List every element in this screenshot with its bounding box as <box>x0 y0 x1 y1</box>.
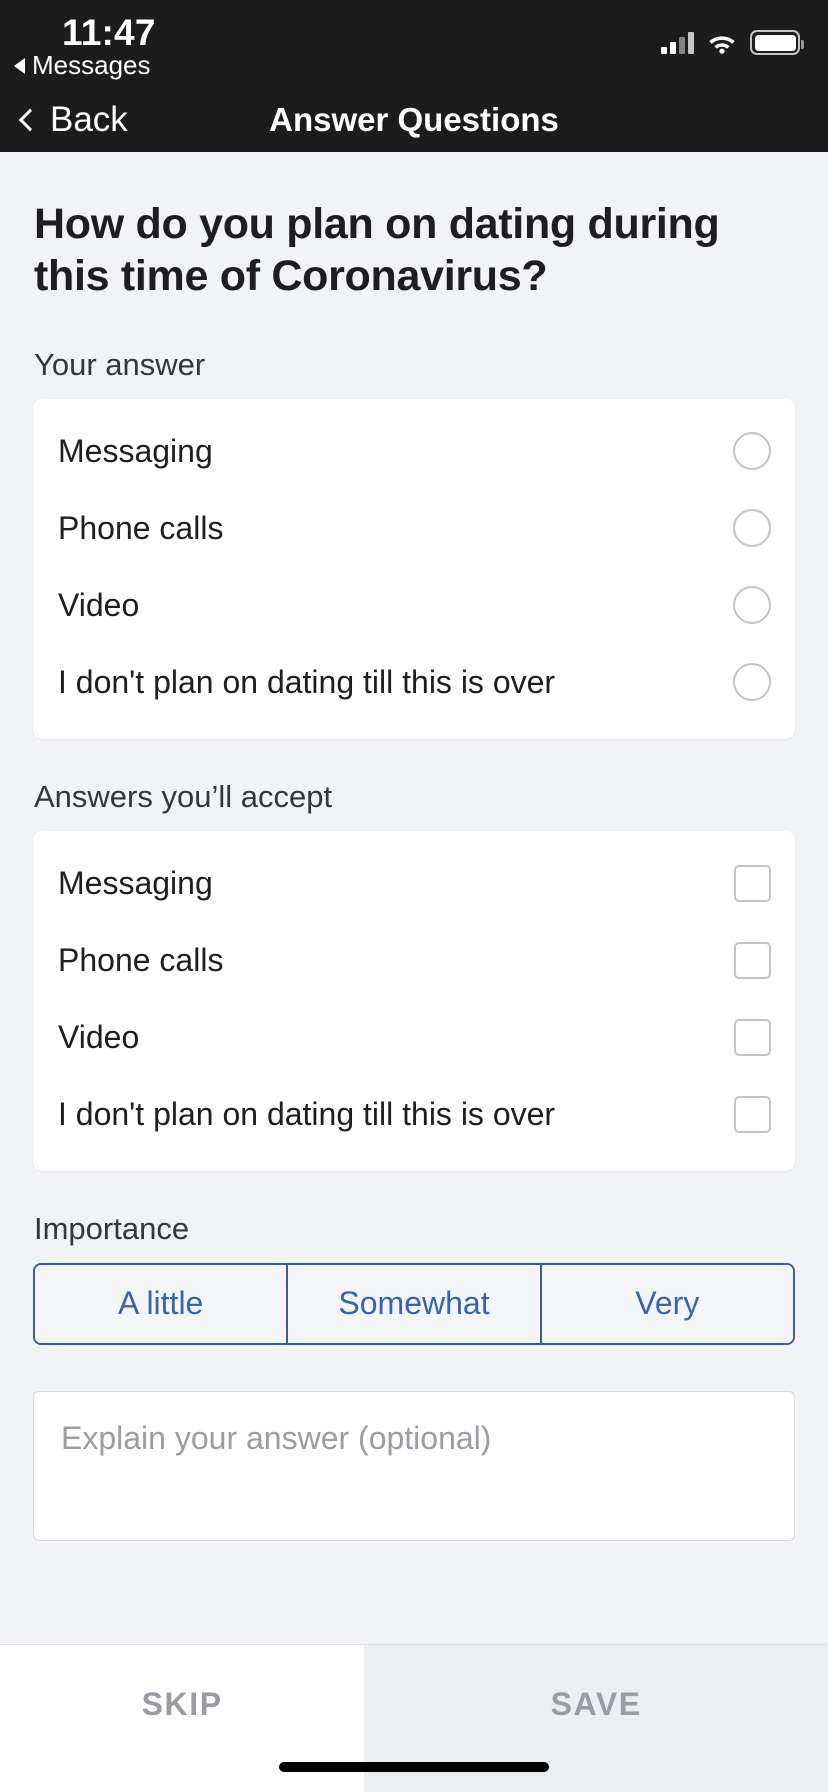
importance-option-a-little[interactable]: A little <box>35 1264 289 1343</box>
option-label: Messaging <box>58 864 213 901</box>
back-triangle-icon <box>14 57 25 74</box>
importance-segmented-control[interactable]: A little Somewhat Very <box>33 1262 795 1345</box>
back-button[interactable]: Back <box>18 100 128 140</box>
option-label: Phone calls <box>58 941 224 978</box>
radio-icon[interactable] <box>733 663 771 702</box>
your-answer-option-messaging[interactable]: Messaging <box>33 413 795 490</box>
nav-bar: Back Answer Questions <box>0 88 828 152</box>
option-label: Video <box>58 1018 140 1055</box>
explain-answer-input[interactable]: Explain your answer (optional) <box>33 1390 795 1541</box>
status-bar: 11:47 Messages <box>0 0 828 88</box>
return-app-label: Messages <box>32 50 151 80</box>
option-label: I don't plan on dating till this is over <box>58 1095 556 1132</box>
radio-icon[interactable] <box>733 509 771 548</box>
wifi-icon <box>707 32 737 54</box>
accept-option-phone-calls[interactable]: Phone calls <box>33 922 795 999</box>
your-answer-label: Your answer <box>34 346 206 382</box>
answers-accept-label: Answers you’ll accept <box>34 778 333 814</box>
battery-icon <box>750 30 804 55</box>
status-bar-clock: 11:47 <box>62 12 156 53</box>
bottom-action-bar: SKIP SAVE <box>0 1644 828 1792</box>
return-to-messages-button[interactable]: Messages <box>14 50 151 81</box>
radio-icon[interactable] <box>733 586 771 625</box>
option-label: Video <box>58 586 140 623</box>
your-answer-option-not-dating[interactable]: I don't plan on dating till this is over <box>33 644 795 721</box>
option-label: I don't plan on dating till this is over <box>58 663 556 700</box>
scroll-content[interactable]: How do you plan on dating during this ti… <box>0 152 828 1792</box>
answers-accept-card: Messaging Phone calls Video I don't plan… <box>33 830 795 1171</box>
cellular-signal-icon <box>661 31 694 54</box>
checkbox-icon[interactable] <box>734 941 771 979</box>
back-button-label: Back <box>50 100 128 139</box>
question-text: How do you plan on dating during this ti… <box>34 200 720 301</box>
radio-icon[interactable] <box>733 432 771 471</box>
checkbox-icon[interactable] <box>734 864 771 902</box>
checkbox-icon[interactable] <box>734 1018 771 1056</box>
checkbox-icon[interactable] <box>734 1095 771 1133</box>
importance-option-somewhat[interactable]: Somewhat <box>288 1264 542 1343</box>
your-answer-option-video[interactable]: Video <box>33 567 795 644</box>
your-answer-card: Messaging Phone calls Video I don't plan… <box>33 398 795 739</box>
accept-option-video[interactable]: Video <box>33 999 795 1076</box>
accept-option-messaging[interactable]: Messaging <box>33 845 795 922</box>
your-answer-option-phone-calls[interactable]: Phone calls <box>33 490 795 567</box>
option-label: Messaging <box>58 432 213 469</box>
importance-label: Importance <box>34 1210 190 1246</box>
chevron-left-icon <box>18 108 42 132</box>
accept-option-not-dating[interactable]: I don't plan on dating till this is over <box>33 1076 795 1153</box>
status-bar-indicators <box>661 30 804 55</box>
home-indicator <box>279 1762 549 1772</box>
importance-option-very[interactable]: Very <box>541 1264 793 1343</box>
app-screen: 11:47 Messages Back Answer Questions How… <box>0 0 828 1792</box>
option-label: Phone calls <box>58 509 224 546</box>
